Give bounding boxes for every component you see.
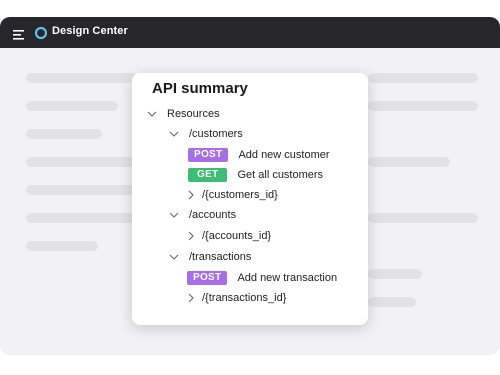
tree-node-transactions-id[interactable]: /{transactions_id} xyxy=(186,290,286,306)
tree-node-accounts-id[interactable]: /{accounts_id} xyxy=(186,228,271,244)
tree-node-customers[interactable]: /customers xyxy=(169,126,243,142)
api-summary-title: API summary xyxy=(152,80,248,97)
method-badge-post: POST xyxy=(188,148,229,162)
placeholder-bar xyxy=(368,213,478,223)
placeholder-bar xyxy=(368,269,422,279)
design-center-logo-icon xyxy=(34,26,48,40)
app-title: Design Center xyxy=(52,25,128,37)
placeholder-bar xyxy=(368,101,478,111)
method-badge-get: GET xyxy=(188,168,228,182)
endpoint-label: Add new customer xyxy=(238,149,330,161)
chevron-down-icon[interactable] xyxy=(147,109,157,119)
chevron-right-icon[interactable] xyxy=(186,293,196,303)
chevron-right-icon[interactable] xyxy=(186,190,196,200)
placeholder-bar xyxy=(26,73,136,83)
placeholder-bar xyxy=(26,241,98,251)
placeholder-bar xyxy=(26,185,146,195)
tree-node-label: /{transactions_id} xyxy=(202,292,287,304)
tree-node-transactions[interactable]: /transactions xyxy=(169,249,251,265)
endpoint-get-customers[interactable]: GET Get all customers xyxy=(188,167,323,183)
method-badge-post: POST xyxy=(187,271,228,285)
tree-node-label: /{customers_id} xyxy=(202,189,278,201)
placeholder-bar xyxy=(26,101,118,111)
tree-node-accounts[interactable]: /accounts xyxy=(169,207,236,223)
placeholder-bar xyxy=(368,297,416,307)
chevron-right-icon[interactable] xyxy=(186,231,196,241)
tree-node-label: /accounts xyxy=(189,209,237,221)
tree-node-label: Resources xyxy=(167,108,220,120)
chevron-down-icon[interactable] xyxy=(169,129,179,139)
api-summary-card: API summary Resources /customers POST Ad… xyxy=(132,73,368,325)
placeholder-bar xyxy=(26,213,146,223)
endpoint-label: Add new transaction xyxy=(237,272,338,284)
placeholder-bar xyxy=(368,157,450,167)
tree-node-label: /{accounts_id} xyxy=(202,230,272,242)
tree-node-customers-id[interactable]: /{customers_id} xyxy=(186,187,278,203)
placeholder-bar xyxy=(26,129,102,139)
endpoint-post-customer[interactable]: POST Add new customer xyxy=(188,147,330,163)
tree-node-label: /transactions xyxy=(189,251,252,263)
top-bar: Design Center xyxy=(0,17,500,48)
endpoint-post-transaction[interactable]: POST Add new transaction xyxy=(187,270,337,286)
chevron-down-icon[interactable] xyxy=(169,210,179,220)
tree-node-resources[interactable]: Resources xyxy=(147,106,220,122)
placeholder-bar xyxy=(368,73,478,83)
hamburger-menu-icon[interactable] xyxy=(13,27,24,40)
tree-node-label: /customers xyxy=(189,128,243,140)
endpoint-label: Get all customers xyxy=(237,169,324,181)
placeholder-bar xyxy=(26,157,136,167)
chevron-down-icon[interactable] xyxy=(169,252,179,262)
